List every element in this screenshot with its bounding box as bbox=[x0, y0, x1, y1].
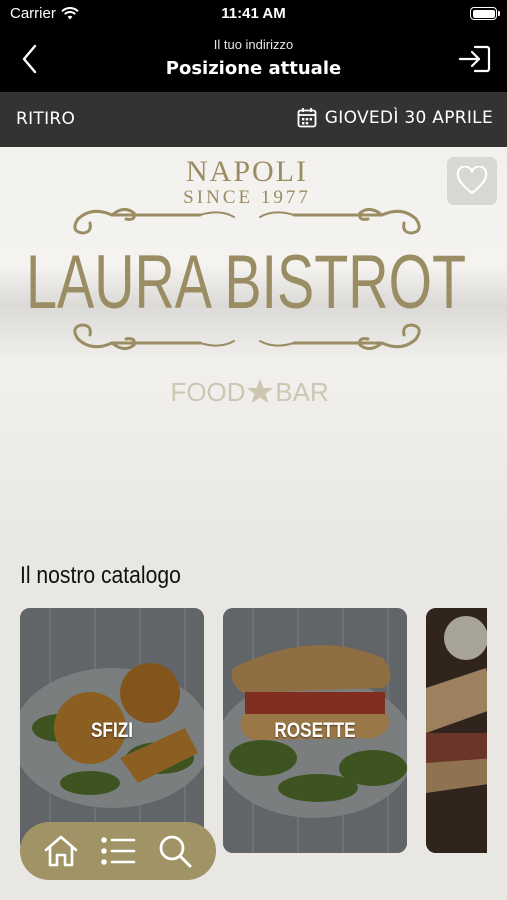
logo-tagline-left: FOOD bbox=[170, 377, 245, 407]
status-time: 11:41 AM bbox=[221, 5, 286, 22]
logo-tagline-right: BAR bbox=[275, 377, 328, 407]
restaurant-logo: NAPOLI SINCE 1977 LAURA BISTROT FOOD BAR bbox=[26, 155, 466, 407]
order-options-bar: RITIRO GIOVEDÌ 30 APRILE bbox=[0, 92, 507, 147]
floating-nav bbox=[20, 822, 216, 880]
heart-icon bbox=[456, 166, 488, 195]
logo-since-text: SINCE 1977 bbox=[183, 187, 311, 208]
list-icon bbox=[101, 837, 136, 865]
catalog-card-sfizi[interactable]: SFIZI bbox=[20, 608, 204, 853]
catalog-card-label: SFIZI bbox=[90, 719, 134, 742]
sign-in-icon bbox=[458, 45, 491, 73]
date-selector[interactable]: GIOVEDÌ 30 APRILE bbox=[297, 107, 493, 128]
status-bar: Carrier 11:41 AM bbox=[0, 0, 507, 28]
search-icon bbox=[159, 835, 192, 868]
logo-name-text: LAURA BISTROT bbox=[26, 240, 466, 325]
logo-top-text: NAPOLI bbox=[186, 155, 308, 188]
menu-list-button[interactable] bbox=[98, 831, 138, 871]
favorite-button[interactable] bbox=[447, 157, 497, 205]
header-title[interactable]: Posizione attuale bbox=[0, 58, 507, 79]
calendar-icon bbox=[297, 108, 317, 128]
date-label: GIOVEDÌ 30 APRILE bbox=[324, 107, 493, 128]
catalog-card-3[interactable] bbox=[426, 608, 487, 853]
home-icon bbox=[44, 835, 77, 867]
restaurant-hero: NAPOLI SINCE 1977 LAURA BISTROT FOOD BAR bbox=[0, 147, 507, 542]
card-image-3 bbox=[426, 608, 487, 853]
search-button[interactable] bbox=[155, 831, 195, 871]
catalog-card-rosette[interactable]: ROSETTE bbox=[223, 608, 407, 853]
header: Il tuo indirizzo Posizione attuale bbox=[0, 28, 507, 92]
catalog-title: Il nostro catalogo bbox=[20, 562, 181, 589]
header-subtitle: Il tuo indirizzo bbox=[213, 37, 294, 52]
login-button[interactable] bbox=[457, 42, 493, 76]
order-mode-selector[interactable]: RITIRO bbox=[16, 109, 75, 129]
home-button[interactable] bbox=[41, 831, 81, 871]
catalog-card-label: ROSETTE bbox=[274, 719, 356, 742]
catalog-carousel[interactable]: SFIZI ROSETTE bbox=[20, 608, 487, 856]
battery-icon bbox=[470, 7, 500, 20]
